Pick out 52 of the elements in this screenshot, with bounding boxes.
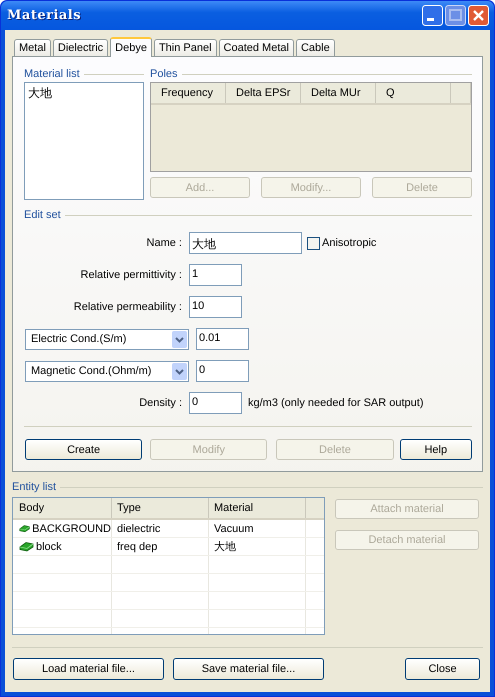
column-header[interactable]: Delta EPSr [226, 83, 301, 103]
table-cell: 大地 [209, 538, 306, 555]
input-field[interactable]: 10 [189, 296, 242, 318]
footer-button[interactable]: Close [405, 658, 480, 680]
field-label: Relative permeability : [72, 301, 183, 313]
dropdown[interactable]: Electric Cond.(S/m) [25, 328, 189, 350]
column-header[interactable]: Delta MUr [301, 83, 376, 103]
input-field[interactable]: 0 [196, 360, 249, 382]
table-row[interactable]: BACKGROUND dielectric Vacuum [13, 520, 324, 538]
footer-button[interactable]: Load material file... [13, 658, 164, 680]
field-label: Density : [138, 397, 183, 409]
tab[interactable]: Dielectric [52, 39, 108, 56]
anisotropic-checkbox[interactable]: Anisotropic [307, 236, 376, 250]
tab[interactable]: Thin Panel [154, 39, 217, 56]
edit-button[interactable]: Create [25, 439, 142, 460]
minimize-icon[interactable] [422, 5, 443, 26]
maximize-icon[interactable] [445, 5, 466, 26]
tab[interactable]: Metal [14, 39, 51, 56]
tab[interactable]: Coated Metal [218, 39, 294, 56]
column-header[interactable]: Frequency [151, 83, 226, 103]
column-header[interactable]: Body [13, 498, 112, 518]
dropdown[interactable]: Magnetic Cond.(Ohm/m) [25, 360, 189, 382]
checkbox-icon [307, 236, 320, 250]
tab[interactable]: Debye [110, 37, 152, 57]
name-field[interactable]: 大地 [189, 232, 302, 254]
table-cell: freq dep [112, 538, 209, 555]
field-label: Relative permittivity : [80, 269, 183, 281]
edit-button[interactable]: Help [400, 439, 472, 460]
input-field[interactable]: 0.01 [196, 328, 249, 350]
tab[interactable]: Cable [296, 39, 335, 56]
table-cell: Vacuum [209, 520, 306, 537]
unit-label: kg/m3 (only needed for SAR output) [248, 397, 424, 409]
group-label: Edit set [24, 209, 61, 221]
table-cell: block [36, 540, 62, 552]
column-header[interactable]: Material [209, 498, 306, 518]
group-label: Entity list [12, 481, 56, 493]
table-cell: BACKGROUND [32, 522, 111, 534]
group-label: Poles [150, 68, 178, 80]
group-label: Material list [24, 68, 80, 80]
block-icon [19, 541, 34, 552]
block-icon [19, 523, 30, 534]
close-icon[interactable] [468, 5, 489, 26]
window-title: Materials [7, 8, 82, 23]
table-row[interactable]: block freq dep 大地 [13, 538, 324, 556]
column-header[interactable]: Type [112, 498, 209, 518]
column-header[interactable]: Q [376, 83, 451, 103]
field-label: Name : [146, 237, 183, 249]
input-field[interactable]: 0 [189, 392, 242, 414]
table-cell: dielectric [112, 520, 209, 537]
footer-button[interactable]: Save material file... [173, 658, 324, 680]
material-list-item[interactable]: 大地 [28, 85, 140, 102]
input-field[interactable]: 1 [189, 264, 242, 286]
